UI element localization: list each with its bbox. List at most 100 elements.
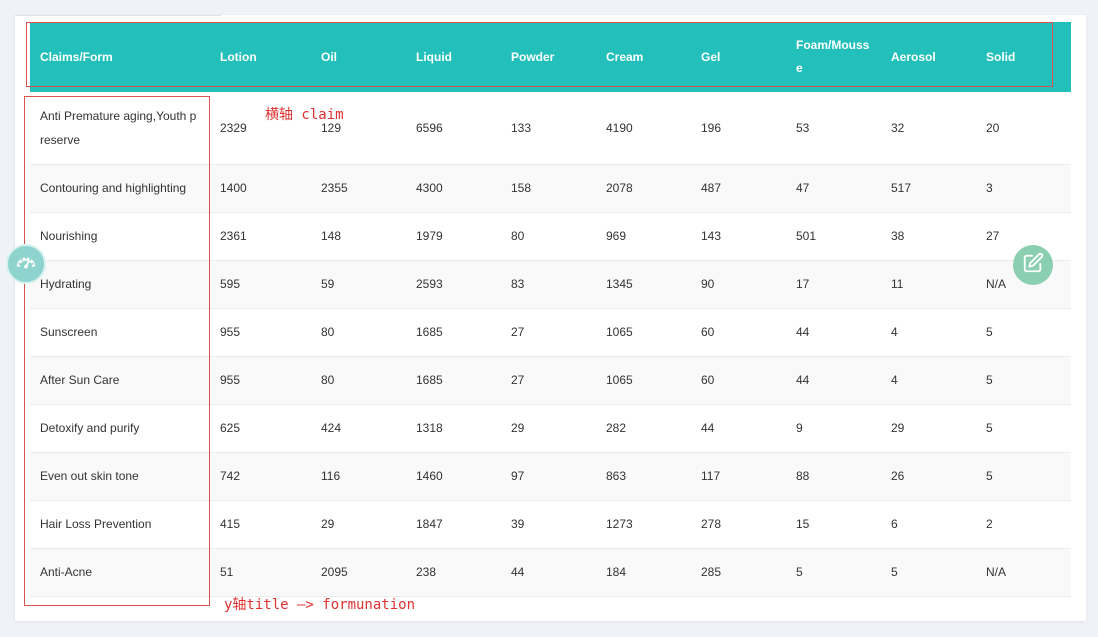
cell-solid: N/A [986, 565, 1007, 579]
cell-claim: Nourishing [40, 229, 98, 243]
table-header-row: Claims/Form Lotion Oil Liquid Powder Cre… [30, 22, 1071, 92]
cell-foam-mousse: 88 [796, 469, 810, 483]
cell-aerosol: 4 [891, 325, 898, 339]
cell-liquid: 6596 [416, 120, 443, 135]
header-gel: Gel [701, 49, 721, 64]
header-solid: Solid [986, 49, 1016, 64]
cell-powder: 133 [511, 120, 532, 135]
cell-lotion: 742 [220, 469, 241, 483]
cell-liquid: 1847 [416, 517, 443, 531]
cell-cream: 4190 [606, 120, 633, 135]
cell-aerosol: 32 [891, 120, 905, 135]
cell-powder: 27 [511, 325, 525, 339]
header-liquid: Liquid [416, 49, 452, 64]
cell-lotion: 415 [220, 517, 241, 531]
cell-oil: 129 [321, 120, 342, 135]
cell-aerosol: 38 [891, 229, 905, 243]
cell-claim: Contouring and highlighting [40, 181, 187, 195]
cell-oil: 148 [321, 229, 342, 243]
cell-gel: 487 [701, 181, 722, 195]
header-aerosol: Aerosol [891, 49, 936, 64]
cell-liquid: 238 [416, 565, 437, 579]
table-row: Hydrating 595 59 2593 83 1345 90 17 11 N/A [30, 260, 1071, 308]
cell-foam-mousse: 44 [796, 325, 810, 339]
table-row: Nourishing 2361 148 1979 80 969 143 501 38 27 [30, 212, 1071, 260]
cell-gel: 117 [701, 469, 721, 483]
cell-solid: 3 [986, 181, 993, 195]
cell-gel: 143 [701, 229, 722, 243]
header-foam-mousse: Foam/Mousse [796, 38, 870, 75]
table-row: Anti-Acne 51 2095 238 44 184 285 5 5 N/A [30, 548, 1071, 596]
cell-foam-mousse: 17 [796, 277, 810, 291]
cell-liquid: 4300 [416, 181, 443, 195]
cell-aerosol: 517 [891, 181, 912, 195]
cell-solid: 5 [986, 373, 993, 387]
cell-foam-mousse: 15 [796, 517, 810, 531]
cell-claim: Hair Loss Prevention [40, 517, 152, 531]
cell-claim: Sunscreen [40, 325, 98, 339]
header-lotion: Lotion [220, 49, 257, 64]
cell-claim: Anti-Acne [40, 565, 93, 579]
cell-foam-mousse: 5 [796, 565, 803, 579]
cell-oil: 80 [321, 373, 335, 387]
cell-aerosol: 4 [891, 373, 898, 387]
cell-foam-mousse: 47 [796, 181, 810, 195]
cell-cream: 2078 [606, 181, 633, 195]
header-annotation-note: 横轴 claim [265, 107, 344, 123]
cell-lotion: 955 [220, 325, 241, 339]
cell-claim: After Sun Care [40, 373, 120, 387]
cell-lotion: 625 [220, 421, 241, 435]
cell-liquid: 1318 [416, 421, 443, 435]
cell-powder: 39 [511, 517, 525, 531]
column-annotation-note: y轴title —> formunation [224, 597, 416, 613]
table-row: After Sun Care 955 80 1685 27 1065 60 44 4 5 [30, 356, 1071, 404]
cell-liquid: 2593 [416, 277, 443, 291]
table-body: Anti Premature aging,Youth preserve 2329 1… [30, 92, 1071, 596]
cell-liquid: 1460 [416, 469, 443, 483]
cell-solid: 5 [986, 469, 993, 483]
cell-solid: 5 [986, 325, 993, 339]
cell-powder: 27 [511, 373, 525, 387]
cell-liquid: 1685 [416, 373, 443, 387]
cell-lotion: 2329 [220, 120, 247, 135]
cell-claim: Detoxify and purify [40, 421, 140, 435]
cell-aerosol: 6 [891, 517, 898, 531]
cell-powder: 158 [511, 181, 532, 195]
table-row: Even out skin tone 742 116 1460 97 863 117 88 26… [30, 452, 1071, 500]
edit-button[interactable] [1013, 245, 1053, 285]
cell-lotion: 2361 [220, 229, 247, 243]
cell-powder: 80 [511, 229, 525, 243]
cell-oil: 116 [321, 469, 341, 483]
cell-gel: 60 [701, 325, 715, 339]
cell-solid: 2 [986, 517, 993, 531]
edit-icon [1022, 252, 1044, 279]
cell-oil: 2095 [321, 565, 348, 579]
cell-gel: 60 [701, 373, 715, 387]
cell-oil: 59 [321, 277, 335, 291]
cell-cream: 1065 [606, 325, 633, 339]
cell-gel: 278 [701, 517, 722, 531]
cell-cream: 969 [606, 229, 627, 243]
header-claims-form: Claims/Form [40, 49, 113, 64]
cell-claim: Hydrating [40, 277, 92, 291]
cell-foam-mousse: 501 [796, 229, 817, 243]
cell-powder: 83 [511, 277, 525, 291]
cell-oil: 2355 [321, 181, 348, 195]
dashboard-button[interactable] [6, 244, 46, 284]
cell-cream: 1065 [606, 373, 633, 387]
cell-foam-mousse: 53 [796, 120, 810, 135]
table-row: Contouring and highlighting 1400 2355 4300 1… [30, 164, 1071, 212]
cell-gel: 90 [701, 277, 715, 291]
cell-aerosol: 5 [891, 565, 898, 579]
cell-foam-mousse: 44 [796, 373, 810, 387]
cell-oil: 80 [321, 325, 335, 339]
cell-aerosol: 11 [891, 277, 904, 291]
cell-claim: Anti Premature aging,Youth preserve [40, 108, 197, 147]
claims-form-table: Claims/Form Lotion Oil Liquid Powder Cre… [30, 22, 1071, 597]
table-row: Hair Loss Prevention 415 29 1847 39 1273 278 15… [30, 500, 1071, 548]
cell-foam-mousse: 9 [796, 421, 803, 435]
table-row: Sunscreen 955 80 1685 27 1065 60 44 4 5 [30, 308, 1071, 356]
table-row: Detoxify and purify 625 424 1318 29 282 44 9 29 5 [30, 404, 1071, 452]
cell-lotion: 1400 [220, 181, 247, 195]
table-row: Anti Premature aging,Youth preserve 2329 1… [30, 92, 1071, 164]
